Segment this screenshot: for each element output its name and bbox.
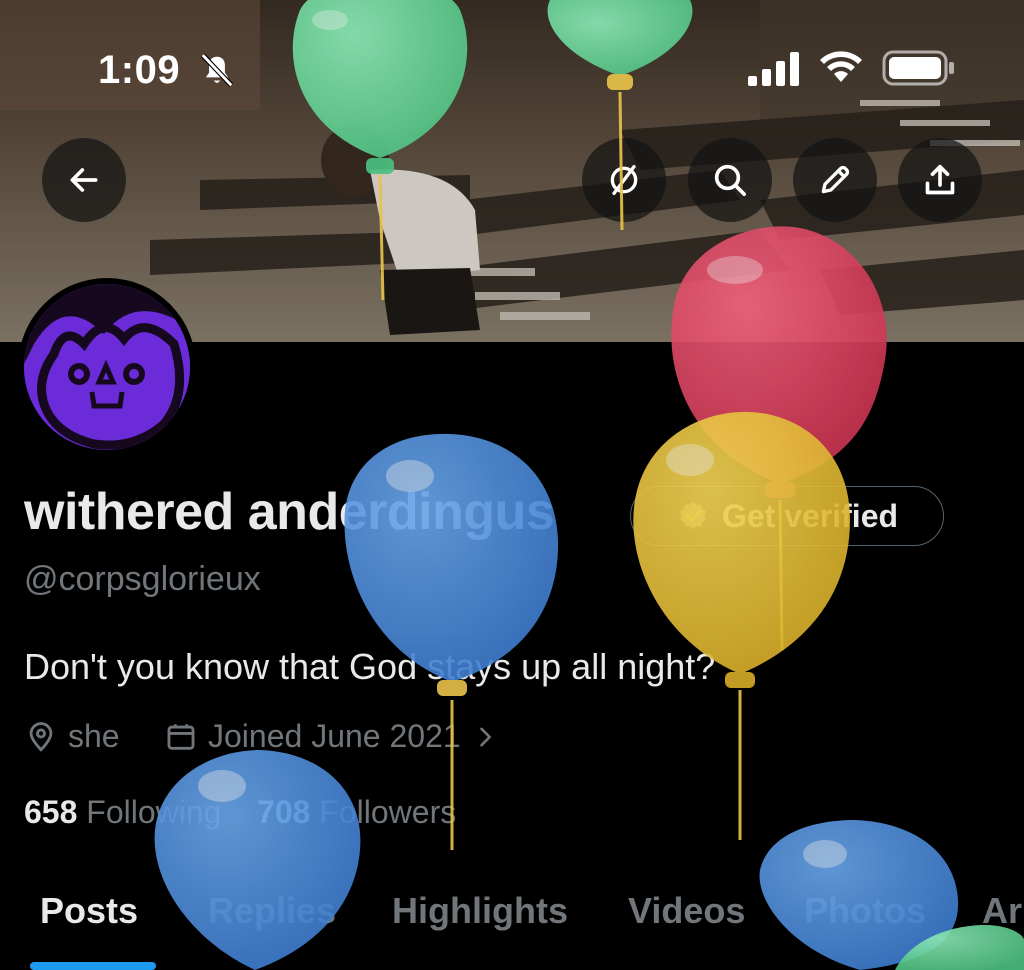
verified-badge-icon (679, 501, 707, 530)
tab-photos[interactable]: Photos (804, 890, 926, 932)
tab-replies[interactable]: Replies (208, 890, 336, 932)
search-button[interactable] (688, 138, 772, 222)
followers-link[interactable]: 708 Followers (257, 794, 456, 830)
get-verified-button[interactable]: Get verified (630, 486, 944, 546)
following-link[interactable]: 658 Following (24, 794, 221, 830)
followers-count: 708 (257, 794, 311, 830)
location-pin-icon (29, 721, 53, 752)
profile-location: she (24, 718, 120, 755)
profile-joined[interactable]: Joined June 2021 (164, 718, 499, 755)
following-label: Following (86, 794, 222, 830)
tab-videos[interactable]: Videos (628, 890, 745, 932)
avatar-image (24, 284, 190, 450)
edit-button[interactable] (793, 138, 877, 222)
location-text: she (68, 718, 120, 754)
circle-slash-icon (610, 165, 638, 195)
arrow-left-icon (70, 168, 98, 192)
display-name: withered anderdingus (24, 483, 555, 541)
status-time: 1:09 (98, 48, 181, 92)
pencil-icon (821, 165, 850, 194)
share-button[interactable] (898, 138, 982, 222)
profile-handle: @corpsglorieux (24, 560, 261, 598)
following-count: 658 (24, 794, 78, 830)
battery-icon (882, 50, 954, 86)
grok-button[interactable] (582, 138, 666, 222)
followers-label: Followers (319, 794, 457, 830)
profile-bio: Don't you know that God stays up all nig… (24, 646, 716, 687)
tab-articles[interactable]: Ar (982, 890, 1022, 932)
wifi-icon (820, 51, 862, 82)
avatar[interactable] (18, 278, 196, 456)
share-upload-icon (925, 164, 955, 195)
tab-posts[interactable]: Posts (40, 890, 138, 932)
get-verified-label: Get verified (721, 497, 899, 534)
calendar-icon (167, 723, 195, 750)
chevron-right-icon (479, 727, 491, 746)
search-icon (714, 164, 746, 197)
active-tab-indicator (30, 962, 156, 970)
blue-balloon-2 (154, 750, 361, 970)
cellular-signal-icon (748, 52, 799, 86)
silent-bell-icon (200, 53, 234, 87)
status-bar: 1:09 (0, 44, 1024, 94)
yellow-balloon (633, 411, 850, 840)
back-button[interactable] (42, 138, 126, 222)
follow-counts: 658 Following 708 Followers (24, 794, 456, 831)
joined-text: Joined June 2021 (208, 718, 461, 754)
tab-highlights[interactable]: Highlights (392, 890, 568, 932)
